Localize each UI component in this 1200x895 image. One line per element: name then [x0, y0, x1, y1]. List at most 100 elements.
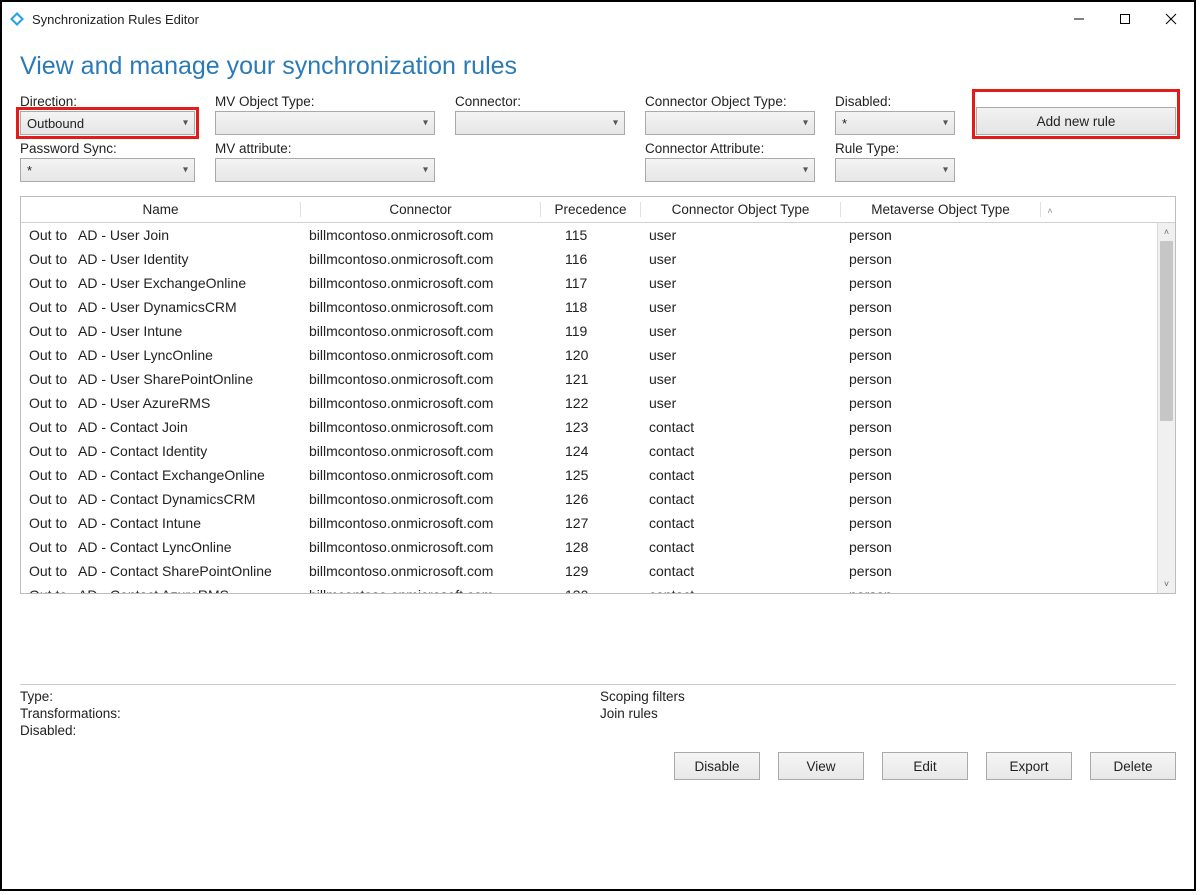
table-row[interactable]: Out to AD - Contact Joinbillmcontoso.onm…: [21, 415, 1175, 439]
cell-connector-object-type: user: [641, 395, 841, 411]
table-row[interactable]: Out to AD - User LyncOnlinebillmcontoso.…: [21, 343, 1175, 367]
cell-precedence: 125: [541, 467, 641, 483]
chevron-down-icon: ▾: [943, 165, 948, 176]
direction-value: Outbound: [27, 116, 84, 131]
cell-connector: billmcontoso.onmicrosoft.com: [301, 299, 541, 315]
cell-name: Out to AD - Contact LyncOnline: [21, 539, 301, 555]
cell-name: Out to AD - Contact Intune: [21, 515, 301, 531]
table-row[interactable]: Out to AD - User Intunebillmcontoso.onmi…: [21, 319, 1175, 343]
chevron-down-icon: ▾: [183, 118, 188, 129]
cell-connector: billmcontoso.onmicrosoft.com: [301, 419, 541, 435]
cell-metaverse-object-type: person: [841, 371, 1041, 387]
table-row[interactable]: Out to AD - User Identitybillmcontoso.on…: [21, 247, 1175, 271]
col-connector-object-type[interactable]: Connector Object Type: [641, 202, 841, 217]
connector-object-type-label: Connector Object Type:: [645, 94, 815, 109]
cell-connector: billmcontoso.onmicrosoft.com: [301, 395, 541, 411]
cell-name: Out to AD - User DynamicsCRM: [21, 299, 301, 315]
col-precedence[interactable]: Precedence: [541, 202, 641, 217]
cell-name: Out to AD - Contact ExchangeOnline: [21, 467, 301, 483]
detail-join-label: Join rules: [600, 706, 685, 721]
password-sync-value: *: [27, 163, 32, 178]
view-button[interactable]: View: [778, 752, 864, 780]
mv-attribute-combo[interactable]: ▾: [215, 158, 435, 182]
delete-button[interactable]: Delete: [1090, 752, 1176, 780]
cell-connector: billmcontoso.onmicrosoft.com: [301, 491, 541, 507]
cell-name: Out to AD - User Join: [21, 227, 301, 243]
table-row[interactable]: Out to AD - User SharePointOnlinebillmco…: [21, 367, 1175, 391]
table-header: Name Connector Precedence Connector Obje…: [21, 197, 1175, 223]
table-row[interactable]: Out to AD - User DynamicsCRMbillmcontoso…: [21, 295, 1175, 319]
scroll-thumb[interactable]: [1160, 241, 1173, 421]
password-sync-combo[interactable]: * ▾: [20, 158, 195, 182]
direction-combo[interactable]: Outbound ▾: [20, 111, 195, 135]
scroll-up-button[interactable]: ˄: [1158, 223, 1175, 241]
chevron-down-icon: ▾: [423, 118, 428, 129]
chevron-down-icon: ▾: [423, 165, 428, 176]
connector-object-type-combo[interactable]: ▾: [645, 111, 815, 135]
cell-precedence: 116: [541, 251, 641, 267]
cell-metaverse-object-type: person: [841, 251, 1041, 267]
connector-attribute-combo[interactable]: ▾: [645, 158, 815, 182]
cell-precedence: 122: [541, 395, 641, 411]
cell-connector-object-type: contact: [641, 491, 841, 507]
cell-connector-object-type: user: [641, 227, 841, 243]
cell-precedence: 117: [541, 275, 641, 291]
cell-metaverse-object-type: person: [841, 491, 1041, 507]
add-new-rule-button[interactable]: Add new rule: [976, 107, 1176, 135]
chevron-down-icon: ▾: [183, 165, 188, 176]
mv-object-type-label: MV Object Type:: [215, 94, 435, 109]
cell-precedence: 129: [541, 563, 641, 579]
table-row[interactable]: Out to AD - User Joinbillmcontoso.onmicr…: [21, 223, 1175, 247]
col-metaverse-object-type[interactable]: Metaverse Object Type: [841, 202, 1041, 217]
close-button[interactable]: [1148, 2, 1194, 36]
table-row[interactable]: Out to AD - Contact LyncOnlinebillmconto…: [21, 535, 1175, 559]
col-name[interactable]: Name: [21, 202, 301, 217]
cell-name: Out to AD - User AzureRMS: [21, 395, 301, 411]
cell-connector-object-type: user: [641, 275, 841, 291]
cell-connector-object-type: user: [641, 251, 841, 267]
chevron-down-icon: ▾: [943, 118, 948, 129]
cell-name: Out to AD - Contact Join: [21, 419, 301, 435]
cell-name: Out to AD - User ExchangeOnline: [21, 275, 301, 291]
cell-name: Out to AD - Contact AzureRMS: [21, 587, 301, 593]
rules-table: Name Connector Precedence Connector Obje…: [20, 196, 1176, 594]
cell-precedence: 126: [541, 491, 641, 507]
mv-object-type-combo[interactable]: ▾: [215, 111, 435, 135]
table-row[interactable]: Out to AD - User ExchangeOnlinebillmcont…: [21, 271, 1175, 295]
table-row[interactable]: Out to AD - User AzureRMSbillmcontoso.on…: [21, 391, 1175, 415]
chevron-down-icon: ▾: [613, 118, 618, 129]
table-row[interactable]: Out to AD - Contact ExchangeOnlinebillmc…: [21, 463, 1175, 487]
action-bar: Disable View Edit Export Delete: [2, 752, 1176, 780]
table-row[interactable]: Out to AD - Contact Intunebillmcontoso.o…: [21, 511, 1175, 535]
disable-button[interactable]: Disable: [674, 752, 760, 780]
cell-metaverse-object-type: person: [841, 323, 1041, 339]
col-connector[interactable]: Connector: [301, 202, 541, 217]
table-row[interactable]: Out to AD - Contact DynamicsCRMbillmcont…: [21, 487, 1175, 511]
connector-attribute-label: Connector Attribute:: [645, 141, 815, 156]
cell-metaverse-object-type: person: [841, 419, 1041, 435]
vertical-scrollbar[interactable]: ˄ ˅: [1157, 223, 1175, 593]
table-row[interactable]: Out to AD - Contact Identitybillmcontoso…: [21, 439, 1175, 463]
cell-connector: billmcontoso.onmicrosoft.com: [301, 563, 541, 579]
cell-metaverse-object-type: person: [841, 395, 1041, 411]
page-title: View and manage your synchronization rul…: [20, 52, 1176, 81]
cell-connector-object-type: contact: [641, 563, 841, 579]
cell-metaverse-object-type: person: [841, 227, 1041, 243]
rule-type-combo[interactable]: ▾: [835, 158, 955, 182]
table-row[interactable]: Out to AD - Contact AzureRMSbillmcontoso…: [21, 583, 1175, 593]
edit-button[interactable]: Edit: [882, 752, 968, 780]
cell-connector-object-type: contact: [641, 419, 841, 435]
table-row[interactable]: Out to AD - Contact SharePointOnlinebill…: [21, 559, 1175, 583]
disabled-combo[interactable]: * ▾: [835, 111, 955, 135]
scroll-track[interactable]: [1158, 241, 1175, 575]
maximize-button[interactable]: [1102, 2, 1148, 36]
chevron-down-icon: ▾: [803, 118, 808, 129]
connector-combo[interactable]: ▾: [455, 111, 625, 135]
cell-connector-object-type: user: [641, 323, 841, 339]
export-button[interactable]: Export: [986, 752, 1072, 780]
cell-connector: billmcontoso.onmicrosoft.com: [301, 227, 541, 243]
scroll-down-button[interactable]: ˅: [1158, 575, 1175, 593]
minimize-button[interactable]: [1056, 2, 1102, 36]
cell-connector: billmcontoso.onmicrosoft.com: [301, 467, 541, 483]
cell-connector-object-type: user: [641, 347, 841, 363]
